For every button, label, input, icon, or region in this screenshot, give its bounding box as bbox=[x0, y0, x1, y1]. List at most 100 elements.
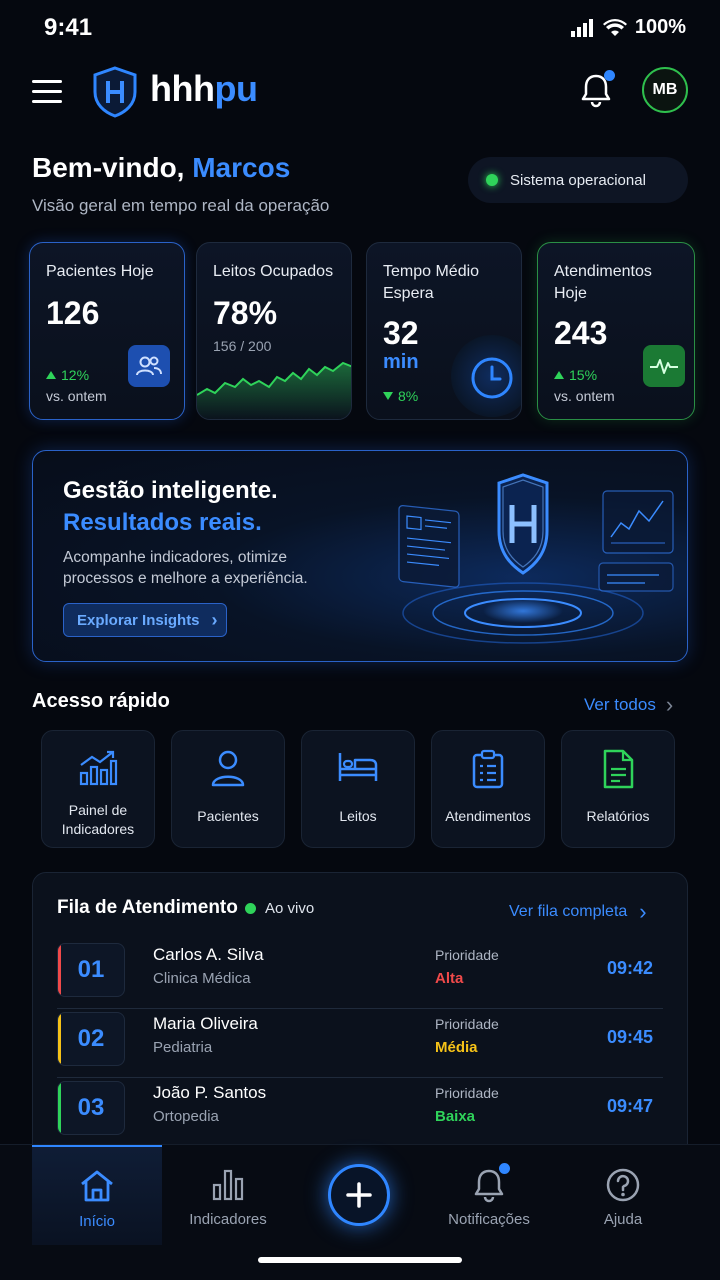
explore-insights-label: Explorar Insights bbox=[77, 611, 200, 629]
notification-dot bbox=[604, 70, 615, 81]
stat-label: Atendimentos Hoje bbox=[554, 263, 652, 302]
queue-panel: Fila de Atendimento Ao vivo Ver fila com… bbox=[32, 872, 688, 1172]
stat-label: Pacientes Hoje bbox=[46, 263, 154, 280]
patient-department: Pediatria bbox=[153, 1039, 213, 1056]
priority-value: Baixa bbox=[435, 1108, 476, 1125]
patient-department: Ortopedia bbox=[153, 1108, 219, 1125]
bed-icon bbox=[302, 749, 414, 785]
quick-access-label: Relatórios bbox=[586, 808, 650, 824]
live-dot bbox=[245, 903, 256, 914]
home-icon bbox=[32, 1169, 162, 1203]
stat-unit: min bbox=[383, 351, 419, 373]
status-indicators: 100% bbox=[570, 16, 686, 39]
shield-hologram-illustration bbox=[398, 473, 674, 644]
notification-dot bbox=[499, 1163, 510, 1174]
queue-row[interactable]: 01 Carlos A. Silva Clinica Médica Priori… bbox=[57, 941, 663, 1009]
quick-access-reports[interactable]: Relatórios bbox=[561, 730, 675, 848]
insights-banner: Gestão inteligente. Resultados reais. Ac… bbox=[32, 450, 688, 662]
brand-part1: hhh bbox=[150, 68, 215, 109]
report-icon bbox=[562, 749, 674, 789]
stat-card-beds[interactable]: Leitos Ocupados 78% 156 / 200 bbox=[196, 242, 352, 420]
banner-title: Gestão inteligente. bbox=[63, 477, 278, 504]
quick-access-beds[interactable]: Leitos bbox=[301, 730, 415, 848]
stat-label: Tempo Médio Espera bbox=[383, 263, 480, 302]
chevron-right-icon: › bbox=[211, 609, 218, 630]
banner-description: Acompanhe indicadores, otimize processos… bbox=[63, 549, 308, 587]
chevron-right-icon: › bbox=[639, 899, 647, 924]
menu-icon[interactable] bbox=[32, 80, 62, 104]
queue-number: 03 bbox=[57, 1081, 125, 1135]
system-status-badge: Sistema operacional bbox=[468, 157, 688, 203]
nav-label: Início bbox=[79, 1213, 115, 1230]
wifi-icon bbox=[602, 18, 627, 36]
bell-icon bbox=[424, 1167, 554, 1203]
stat-card-patients[interactable]: Pacientes Hoje 126 12% vs. ontem bbox=[29, 242, 185, 420]
avatar[interactable]: MB bbox=[642, 67, 688, 113]
welcome-heading: Bem-vindo, Marcos bbox=[32, 152, 290, 184]
user-name: Marcos bbox=[192, 152, 291, 183]
stat-value: 32 bbox=[383, 315, 419, 351]
help-icon bbox=[558, 1167, 688, 1203]
queue-time: 09:42 bbox=[606, 958, 653, 978]
stat-sub: 156 / 200 bbox=[213, 338, 272, 354]
priority-value: Média bbox=[435, 1039, 478, 1056]
live-indicator: Ao vivo bbox=[245, 900, 314, 917]
stat-card-wait-time[interactable]: Tempo Médio Espera 32 min 8% bbox=[366, 242, 522, 420]
stat-value: 126 bbox=[46, 295, 100, 331]
see-all-link[interactable]: Ver todos › bbox=[584, 692, 673, 718]
clock-icon bbox=[471, 357, 513, 399]
nav-indicators[interactable]: Indicadores bbox=[163, 1145, 293, 1245]
logo-shield-icon bbox=[92, 66, 138, 123]
stat-value: 243 bbox=[554, 315, 608, 351]
stat-delta: 12% bbox=[46, 367, 89, 383]
quick-access-title: Acesso rápido bbox=[32, 690, 170, 712]
stat-delta-note: vs. ontem bbox=[46, 388, 107, 404]
status-time: 9:41 bbox=[44, 14, 93, 41]
live-label: Ao vivo bbox=[265, 900, 315, 917]
priority-label: Prioridade bbox=[435, 1016, 499, 1032]
priority-value: Alta bbox=[435, 970, 464, 987]
stat-delta: 15% bbox=[554, 367, 597, 383]
quick-access-indicators[interactable]: Painel de Indicadores bbox=[41, 730, 155, 848]
view-full-queue-link[interactable]: Ver fila completa › bbox=[509, 899, 647, 925]
status-dot bbox=[486, 174, 498, 186]
chevron-right-icon: › bbox=[665, 692, 674, 717]
brand-part2: pu bbox=[214, 68, 258, 109]
add-button[interactable] bbox=[328, 1164, 390, 1226]
welcome-subtitle: Visão geral em tempo real da operação bbox=[32, 196, 330, 215]
nav-notifications[interactable]: Notificações bbox=[424, 1145, 554, 1245]
pulse-icon bbox=[643, 345, 685, 387]
brand-logo: hhhpu bbox=[150, 68, 258, 110]
stat-card-attendances[interactable]: Atendimentos Hoje 243 15% vs. ontem bbox=[537, 242, 695, 420]
banner-title-highlight: Resultados reais. bbox=[63, 509, 262, 536]
stat-delta-note: vs. ontem bbox=[554, 388, 615, 404]
users-icon bbox=[128, 345, 170, 387]
greeting: Bem-vindo, bbox=[32, 152, 193, 183]
queue-row[interactable]: 03 João P. Santos Ortopedia Prioridade B… bbox=[57, 1079, 663, 1147]
nav-home[interactable]: Início bbox=[32, 1145, 162, 1245]
patient-name: Maria Oliveira bbox=[153, 1014, 258, 1033]
user-icon bbox=[172, 749, 284, 787]
stat-label: Leitos Ocupados bbox=[213, 263, 334, 280]
explore-insights-button[interactable]: Explorar Insights › bbox=[63, 603, 227, 637]
nav-label: Indicadores bbox=[189, 1211, 267, 1228]
patient-name: Carlos A. Silva bbox=[153, 945, 264, 964]
quick-access-label: Atendimentos bbox=[445, 808, 531, 824]
priority-label: Prioridade bbox=[435, 1085, 499, 1101]
nav-label: Notificações bbox=[448, 1211, 530, 1228]
quick-access-patients[interactable]: Pacientes bbox=[171, 730, 285, 848]
quick-access-label: Leitos bbox=[339, 808, 377, 824]
home-indicator bbox=[258, 1257, 462, 1263]
clipboard-icon bbox=[432, 749, 544, 789]
view-full-queue-label: Ver fila completa bbox=[509, 903, 628, 920]
system-status-text: Sistema operacional bbox=[510, 171, 646, 189]
queue-time: 09:45 bbox=[606, 1027, 653, 1047]
quick-access-attendances[interactable]: Atendimentos bbox=[431, 730, 545, 848]
queue-row[interactable]: 02 Maria Oliveira Pediatria Prioridade M… bbox=[57, 1010, 663, 1078]
nav-help[interactable]: Ajuda bbox=[558, 1145, 688, 1245]
patient-name: João P. Santos bbox=[153, 1083, 267, 1102]
see-all-label: Ver todos bbox=[584, 695, 656, 714]
stat-value: 78% bbox=[213, 295, 278, 331]
nav-label: Ajuda bbox=[603, 1211, 643, 1228]
queue-time: 09:47 bbox=[606, 1096, 653, 1116]
